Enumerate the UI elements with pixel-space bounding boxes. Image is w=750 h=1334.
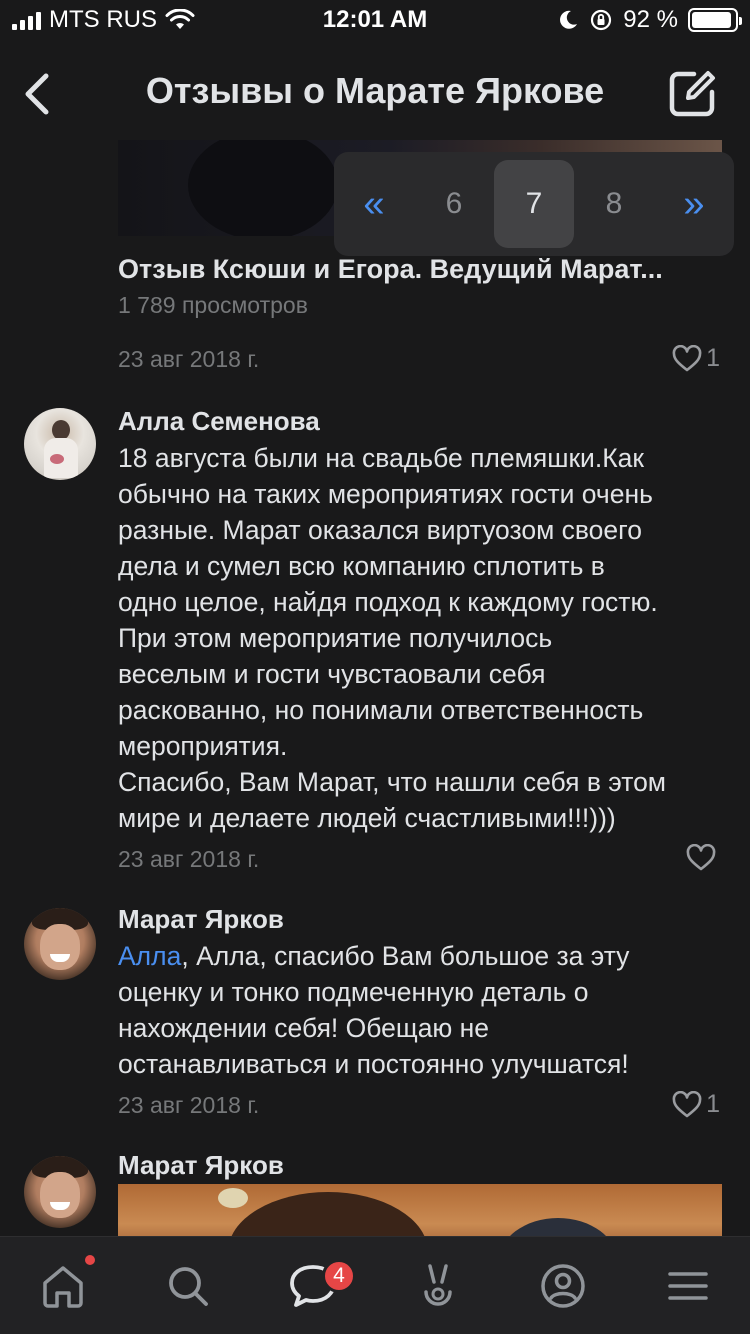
heart-icon	[672, 1090, 702, 1117]
notification-dot	[85, 1255, 95, 1265]
moon-icon	[560, 10, 578, 29]
video-date: 23 авг 2018 г.	[118, 346, 260, 372]
battery-percent: 92 %	[623, 6, 678, 33]
like-count: 1	[706, 344, 720, 372]
video-views: 1 789 просмотров	[118, 292, 308, 318]
comment-text: 18 августа были на свадьбе племяшки.Как …	[118, 443, 667, 833]
battery-icon	[688, 8, 742, 32]
avatar[interactable]	[24, 908, 96, 980]
search-icon	[168, 1267, 208, 1306]
nav-header: Отзывы о Марате Яркове	[0, 48, 750, 140]
comment-body: , Алла, спасибо Вам большое за эту оценк…	[118, 941, 630, 1079]
comment-like-button[interactable]: 1	[672, 1090, 720, 1119]
page-8-button[interactable]: 8	[574, 160, 654, 248]
reviews-feed[interactable]: « 6 7 8 » Отзыв Ксюши и Егора. Ведущий М…	[0, 140, 750, 1236]
messages-badge: 4	[322, 1259, 356, 1293]
heart-icon	[686, 844, 716, 871]
pagination: « 6 7 8 »	[334, 152, 734, 256]
comment-date: 23 авг 2018 г.	[118, 846, 260, 872]
tab-messages[interactable]: 4	[250, 1237, 375, 1334]
avatar[interactable]	[24, 408, 96, 480]
comment-author[interactable]: Марат Ярков	[118, 1150, 284, 1181]
video-like-button[interactable]: 1	[672, 344, 720, 373]
comment-photo[interactable]	[118, 1184, 722, 1236]
profile-icon	[540, 1264, 585, 1308]
tab-bar: 4	[0, 1236, 750, 1334]
edit-icon[interactable]	[666, 68, 718, 120]
like-count: 1	[706, 1090, 720, 1118]
comment-like-button[interactable]	[686, 844, 720, 872]
tab-search[interactable]	[125, 1237, 250, 1334]
rotation-lock-icon	[591, 9, 612, 31]
status-bar: MTS RUS 12:01 AM 92 %	[0, 0, 750, 40]
page-title: Отзывы о Марате Яркове	[145, 70, 605, 111]
comment-author[interactable]: Марат Ярков	[118, 904, 284, 935]
double-chevron-right-icon[interactable]: »	[654, 160, 734, 248]
page-6-button[interactable]: 6	[414, 160, 494, 248]
comment-text: Алла, Алла, спасибо Вам большое за эту о…	[118, 938, 728, 1082]
tab-home[interactable]	[0, 1237, 125, 1334]
heart-icon	[672, 344, 702, 371]
menu-icon	[667, 1272, 708, 1300]
clips-icon	[423, 1264, 452, 1306]
tab-menu[interactable]	[625, 1237, 750, 1334]
battery-fill	[692, 12, 731, 28]
tab-profile[interactable]	[500, 1237, 625, 1334]
comment-author[interactable]: Алла Семенова	[118, 406, 320, 437]
status-right: 92 %	[557, 6, 742, 34]
page-7-button-current[interactable]: 7	[494, 160, 574, 248]
comment-date: 23 авг 2018 г.	[118, 1092, 260, 1118]
mention-link[interactable]: Алла	[118, 941, 181, 971]
tab-clips[interactable]	[375, 1237, 500, 1334]
avatar[interactable]	[24, 1156, 96, 1228]
home-icon	[42, 1266, 83, 1308]
double-chevron-left-icon[interactable]: «	[334, 160, 414, 248]
video-title[interactable]: Отзыв Ксюши и Егора. Ведущий Марат...	[118, 254, 663, 285]
